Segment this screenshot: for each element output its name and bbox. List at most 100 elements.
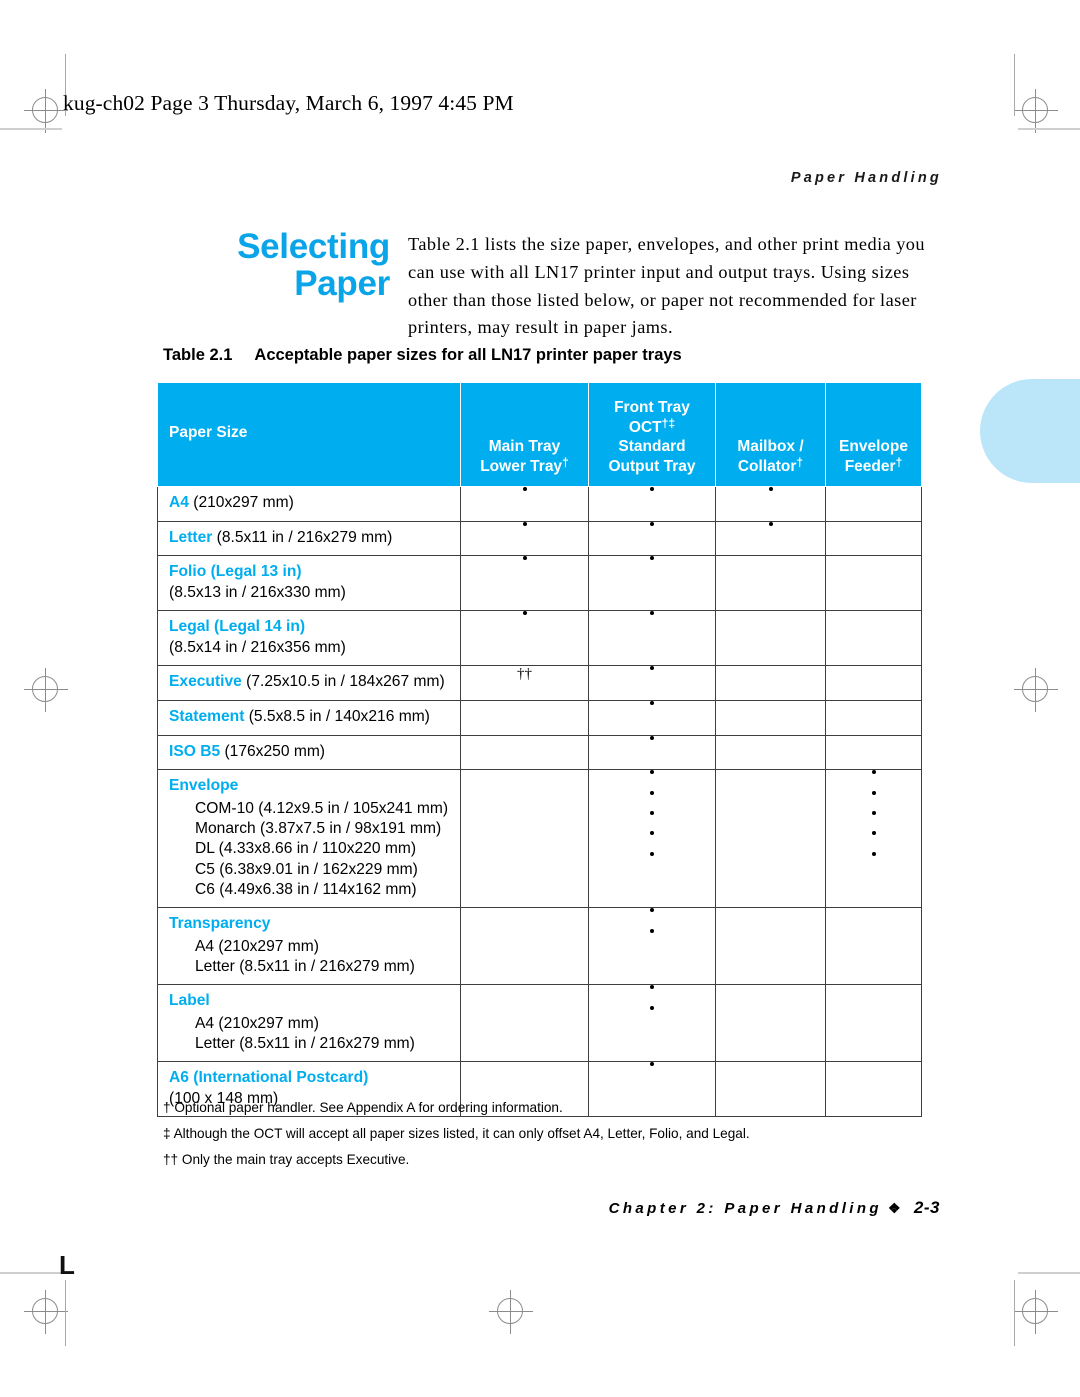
supported-dot-icon bbox=[650, 985, 654, 990]
paper-subitem-list: A4 (210x297 mm) Letter (8.5x11 in / 216x2… bbox=[169, 1014, 452, 1055]
paper-size-dimensions: (176x250 mm) bbox=[220, 742, 326, 760]
cell-envelope-feeder bbox=[825, 665, 922, 702]
supported-dot-icon bbox=[650, 810, 654, 815]
supported-dot-icon bbox=[522, 521, 527, 526]
supported-dot-icon bbox=[650, 851, 654, 856]
supported-dot-icon bbox=[871, 810, 876, 815]
paper-group-label: Envelope bbox=[169, 777, 239, 795]
cell-front-tray-oct bbox=[588, 555, 716, 612]
paper-size-dimensions: (210x297 mm) bbox=[188, 494, 294, 511]
column-header-front-tray-line4: Output Tray bbox=[608, 458, 696, 476]
supported-dot-icon bbox=[650, 735, 654, 740]
cell-main-tray bbox=[460, 907, 589, 986]
supported-dot-icon bbox=[650, 611, 654, 616]
cell-main-tray bbox=[460, 734, 589, 771]
footnote-marker: † bbox=[796, 455, 804, 470]
supported-dot-icon bbox=[650, 701, 654, 706]
cell-mailbox-collator bbox=[715, 907, 826, 986]
cell-main-tray: †† bbox=[460, 665, 589, 702]
footnote: † Optional paper handler. See Appendix A… bbox=[163, 1100, 563, 1115]
cell-mailbox-collator bbox=[715, 665, 826, 702]
supported-dot-icon bbox=[768, 521, 773, 526]
table-caption-number: Table 2.1 bbox=[163, 346, 233, 364]
cell-front-tray-oct bbox=[588, 610, 716, 667]
paper-subitem: Letter (8.5x11 in / 216x279 mm) bbox=[195, 1035, 415, 1053]
supported-dot-icon bbox=[650, 908, 654, 913]
cell-main-tray bbox=[460, 610, 589, 667]
paper-size-dimensions: (8.5x13 in / 216x330 mm) bbox=[169, 583, 346, 601]
cell-main-tray bbox=[460, 486, 589, 522]
table-caption: Table 2.1 Acceptable paper sizes for all … bbox=[163, 346, 682, 365]
trim-line-left-bottom bbox=[65, 1280, 66, 1346]
column-header-mailbox-line2: Collator† bbox=[737, 455, 804, 476]
cell-main-tray bbox=[460, 555, 589, 612]
paper-subitem: COM-10 (4.12x9.5 in / 105x241 mm) bbox=[195, 799, 449, 817]
supported-dot-icon bbox=[522, 487, 527, 491]
column-header-mailbox-collator: Mailbox / Collator† bbox=[715, 382, 826, 487]
paper-size-dimensions: (5.5x8.5 in / 140x216 mm) bbox=[244, 708, 430, 726]
paper-subitem-list: A4 (210x297 mm) Letter (8.5x11 in / 216x2… bbox=[169, 937, 452, 978]
cell-mailbox-collator bbox=[715, 769, 826, 909]
column-header-envelope-feeder-line2: Feeder† bbox=[844, 455, 903, 476]
cell-front-tray-oct bbox=[588, 769, 716, 909]
table-body: A4 (210x297 mm) Letter (8.5x11 in / 216x2… bbox=[157, 486, 922, 1118]
footnote-marker: †‡ bbox=[661, 415, 676, 430]
cell-main-tray bbox=[460, 984, 589, 1063]
table-row: Letter (8.5x11 in / 216x279 mm) bbox=[157, 520, 922, 557]
supported-dot-icon bbox=[650, 556, 654, 561]
cell-mailbox-collator bbox=[715, 555, 826, 612]
cell-mailbox-collator bbox=[715, 700, 826, 736]
table-row: Legal (Legal 14 in) (8.5x14 in / 216x356 … bbox=[157, 610, 922, 667]
cell-front-tray-oct bbox=[588, 907, 716, 986]
cell-paper-size: Statement (5.5x8.5 in / 140x216 mm) bbox=[157, 700, 461, 736]
footnote-marker: † bbox=[895, 455, 903, 470]
cell-paper-size: Label A4 (210x297 mm) Letter (8.5x11 in / … bbox=[157, 984, 461, 1063]
supported-dot-icon bbox=[650, 790, 654, 795]
cell-paper-size: ISO B5 (176x250 mm) bbox=[157, 734, 461, 771]
cell-paper-size: Legal (Legal 14 in) (8.5x14 in / 216x356 … bbox=[157, 610, 461, 667]
paper-size-dimensions: (8.5x11 in / 216x279 mm) bbox=[212, 528, 393, 546]
page-stamp: kug-ch02 Page 3 Thursday, March 6, 1997 … bbox=[63, 91, 514, 115]
table-row: Label A4 (210x297 mm) Letter (8.5x11 in / … bbox=[157, 984, 922, 1063]
paper-size-name: Legal (Legal 14 in) bbox=[169, 618, 306, 636]
table-row: Executive (7.25x10.5 in / 184x267 mm) †† bbox=[157, 665, 922, 702]
column-header-mailbox-line1: Mailbox / bbox=[737, 438, 804, 456]
cell-main-tray bbox=[460, 700, 589, 736]
column-header-envelope-feeder-line1: Envelope bbox=[839, 438, 908, 456]
supported-dot-icon bbox=[650, 831, 654, 836]
paper-subitem: C5 (6.38x9.01 in / 162x229 mm) bbox=[195, 860, 418, 878]
supported-dot-icon bbox=[871, 831, 876, 836]
registration-mark-middle-right bbox=[1014, 668, 1058, 712]
cell-envelope-feeder bbox=[825, 769, 922, 909]
table-header-row: Paper Size Main Tray Lower Tray† Front T… bbox=[157, 382, 922, 487]
supported-dot-icon bbox=[871, 790, 876, 795]
cell-front-tray-oct bbox=[588, 700, 716, 736]
table-header: Paper Size Main Tray Lower Tray† Front T… bbox=[157, 382, 922, 487]
supported-dot-icon bbox=[768, 487, 773, 491]
paper-size-name: Letter bbox=[169, 528, 213, 546]
supported-dot-icon bbox=[650, 928, 654, 933]
table-row: Folio (Legal 13 in) (8.5x13 in / 216x330 … bbox=[157, 555, 922, 612]
footnote: ‡ Although the OCT will accept all paper… bbox=[163, 1125, 750, 1141]
trim-line-top-right-h bbox=[1018, 128, 1080, 130]
cell-envelope-feeder bbox=[825, 610, 922, 667]
supported-dot-icon bbox=[522, 556, 527, 561]
paper-subitem: A4 (210x297 mm) bbox=[195, 937, 319, 955]
supported-dot-icon bbox=[871, 851, 876, 856]
registration-mark-bottom-center bbox=[489, 1290, 533, 1334]
trim-line-right-bottom bbox=[1014, 1280, 1015, 1346]
table-footnotes: † Optional paper handler. See Appendix A… bbox=[163, 1100, 923, 1178]
table-row: Statement (5.5x8.5 in / 140x216 mm) bbox=[157, 700, 922, 736]
diamond-icon: ❖ bbox=[887, 1200, 904, 1216]
column-header-main-tray-line2: Lower Tray† bbox=[480, 455, 569, 476]
cell-main-tray bbox=[460, 520, 589, 557]
cell-envelope-feeder bbox=[825, 520, 922, 557]
paper-subitem-list: COM-10 (4.12x9.5 in / 105x241 mm) Monarch… bbox=[169, 799, 452, 900]
trim-line-bottom-right-h bbox=[1018, 1272, 1080, 1274]
cell-mailbox-collator bbox=[715, 984, 826, 1063]
trim-line-bottom-left-h bbox=[0, 1272, 62, 1274]
cell-mailbox-collator bbox=[715, 520, 826, 557]
footer-page-number: 2-3 bbox=[913, 1198, 940, 1217]
table-row: ISO B5 (176x250 mm) bbox=[157, 734, 922, 771]
column-header-front-tray-oct: Front Tray OCT†‡ Standard Output Tray bbox=[588, 382, 716, 487]
